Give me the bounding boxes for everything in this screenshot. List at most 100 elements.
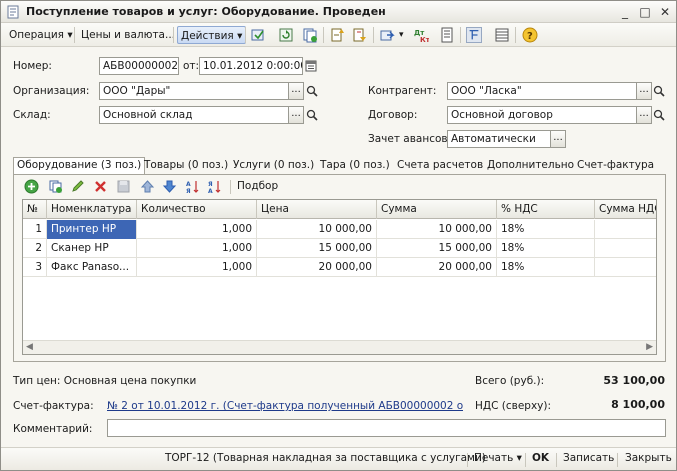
close-icon[interactable]: ✕ [657,4,673,20]
toolbar-separator [617,453,618,467]
post-close-icon[interactable] [250,27,266,43]
move-down-icon[interactable] [162,179,177,194]
tab-services[interactable]: Услуги (0 поз.) [229,157,318,174]
actions-menu[interactable]: Действия ▾ [177,26,247,44]
row-vat-rate[interactable]: 18% [497,258,595,277]
row-vat-sum[interactable] [595,239,656,258]
advance-select-button[interactable]: ... [550,130,566,148]
prices-currency-button[interactable]: Цены и валюта... [78,26,178,44]
toolbar-separator [230,180,231,194]
row-sum[interactable]: 15 000,00 [377,239,497,258]
column-vat-sum[interactable]: Сумма НДС [595,200,656,219]
organization-field[interactable]: ООО "Дары" [99,82,289,100]
move-up-icon[interactable] [140,179,155,194]
column-vat-rate[interactable]: % НДС [497,200,595,219]
refresh-icon[interactable] [278,27,294,43]
scroll-right-icon[interactable]: ▶ [646,342,653,352]
warehouse-field[interactable]: Основной склад [99,106,289,124]
comment-field[interactable] [107,419,666,437]
warehouse-open-icon[interactable] [305,106,319,124]
contract-open-icon[interactable] [652,106,666,124]
table-row[interactable]: 3 Факс Panaso... 1,000 20 000,00 20 000,… [23,258,656,277]
ok-button[interactable]: OK [532,452,549,464]
row-vat-rate[interactable]: 18% [497,239,595,258]
row-sum[interactable]: 10 000,00 [377,220,497,239]
create-based-on-icon[interactable] [329,27,345,43]
row-price[interactable]: 15 000,00 [257,239,377,258]
go-to-icon[interactable] [379,27,395,43]
table-row[interactable]: 2 Сканер HP 1,000 15 000,00 15 000,00 18… [23,239,656,258]
sort-ascending-icon[interactable]: А Я [185,179,200,194]
row-vat-rate[interactable]: 18% [497,220,595,239]
row-vat-sum[interactable] [595,220,656,239]
advance-field[interactable]: Автоматически [447,130,551,148]
copy-row-icon[interactable] [48,179,63,194]
add-row-icon[interactable] [24,179,39,194]
copy-document-icon[interactable] [302,27,318,43]
counterparty-field[interactable]: ООО "Ласка" [447,82,637,100]
tab-equipment[interactable]: Оборудование (3 поз.) [13,157,146,175]
operation-menu[interactable]: Операция ▾ [6,26,76,44]
table-row[interactable]: 1 Принтер HP 1,000 10 000,00 10 000,00 1… [23,220,656,239]
help-icon[interactable]: ? [522,27,538,43]
table-header: № Номенклатура Количество Цена Сумма % Н… [23,200,656,219]
sort-descending-icon[interactable]: Я А [207,179,222,194]
maximize-icon[interactable]: □ [637,4,653,20]
row-number: 3 [23,258,47,277]
row-quantity[interactable]: 1,000 [137,258,257,277]
column-quantity[interactable]: Количество [137,200,257,219]
counterparty-select-button[interactable]: ... [636,82,652,100]
tab-goods[interactable]: Товары (0 поз.) [140,157,232,174]
total-label: Всего (руб.): [475,375,545,387]
journal-icon[interactable] [439,27,455,43]
delete-row-icon[interactable] [93,179,108,194]
selection-button[interactable]: Подбор [237,180,278,192]
main-toolbar: Операция ▾ Цены и валюта... Действия ▾ ▾… [1,23,676,47]
row-sum[interactable]: 20 000,00 [377,258,497,277]
horizontal-scrollbar[interactable]: ◀ ▶ [23,340,656,354]
row-price[interactable]: 20 000,00 [257,258,377,277]
contract-select-button[interactable]: ... [636,106,652,124]
row-nomenclature[interactable]: Сканер HP [47,239,137,258]
counterparty-open-icon[interactable] [652,82,666,100]
tab-additional[interactable]: Дополнительно [483,157,578,174]
tab-settlement-accounts[interactable]: Счета расчетов [393,157,487,174]
close-button[interactable]: Закрыть [625,452,672,464]
tab-invoice[interactable]: Счет-фактура [573,157,658,174]
organization-open-icon[interactable] [305,82,319,100]
row-vat-sum[interactable] [595,258,656,277]
row-nomenclature[interactable]: Факс Panaso... [47,258,137,277]
document-window: Поступление товаров и услуг: Оборудовани… [0,0,677,471]
calendar-icon[interactable] [304,57,318,75]
number-field[interactable]: АБВ00000002 [99,57,179,75]
row-price[interactable]: 10 000,00 [257,220,377,239]
column-sum[interactable]: Сумма [377,200,497,219]
table-toolbar: А Я Я А Подбор [14,175,665,199]
column-number[interactable]: № [23,200,47,219]
invoice-link[interactable]: № 2 от 10.01.2012 г. (Счет-фактура получ… [107,400,463,412]
structure-icon[interactable] [351,27,367,43]
tab-containers[interactable]: Тара (0 поз.) [316,157,394,174]
contract-field[interactable]: Основной договор [447,106,637,124]
scroll-left-icon[interactable]: ◀ [26,342,33,352]
dt-kt-icon[interactable]: Дт Кт [413,27,429,43]
minimize-icon[interactable]: _ [617,4,633,20]
row-quantity[interactable]: 1,000 [137,220,257,239]
price-type-label: Тип цен: Основная цена покупки [13,375,197,387]
warehouse-select-button[interactable]: ... [288,106,304,124]
row-quantity[interactable]: 1,000 [137,239,257,258]
dropdown-arrow-icon[interactable]: ▾ [396,26,407,44]
save-button[interactable]: Записать [563,452,614,464]
advance-label: Зачет авансов: [368,133,452,145]
vat-total-value: 8 100,00 [611,398,665,411]
print-menu[interactable]: Печать ▾ [474,452,522,464]
organization-select-button[interactable]: ... [288,82,304,100]
date-field[interactable]: 10.01.2012 0:00:00 [199,57,303,75]
list-settings-icon[interactable] [494,27,510,43]
edit-row-icon[interactable] [70,179,85,194]
torg12-print-button[interactable]: ТОРГ-12 (Товарная накладная за поставщик… [165,452,486,464]
column-price[interactable]: Цена [257,200,377,219]
tree-icon[interactable] [466,27,482,43]
column-nomenclature[interactable]: Номенклатура [47,200,137,219]
row-nomenclature[interactable]: Принтер HP [47,220,137,239]
